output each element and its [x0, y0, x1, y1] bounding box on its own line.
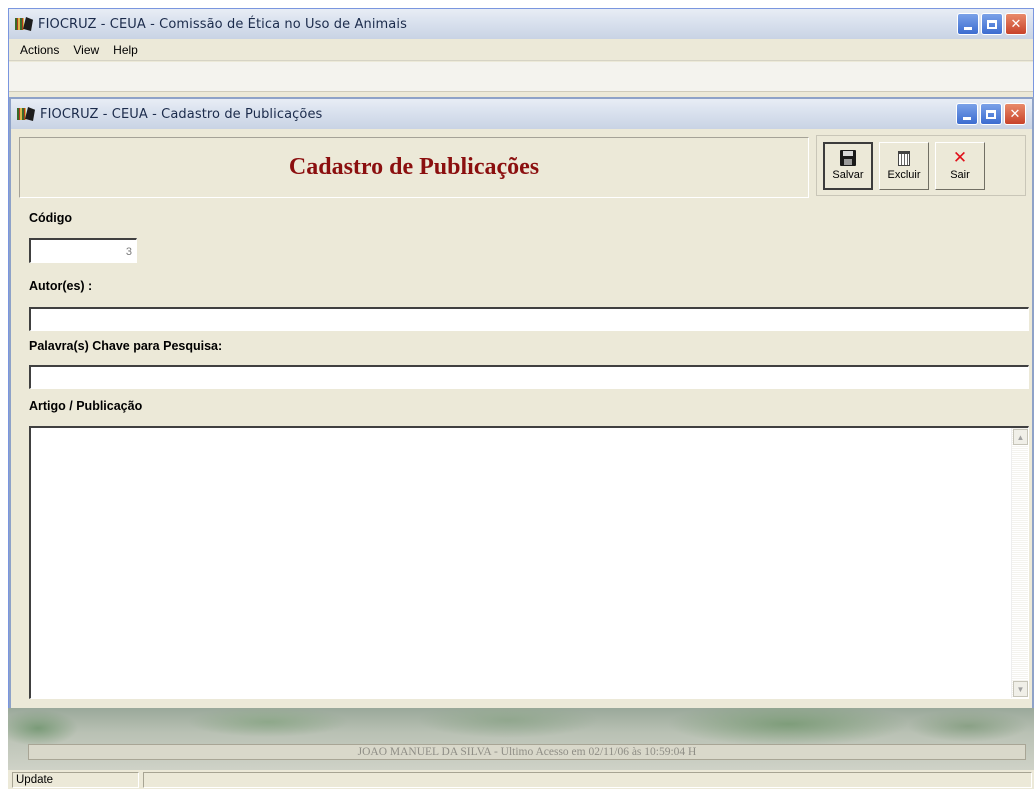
trash-icon [898, 150, 910, 166]
main-titlebar[interactable]: FIOCRUZ - CEUA - Comissão de Ética no Us… [9, 9, 1033, 39]
app-icon [15, 17, 33, 31]
action-toolbar: Salvar Excluir ✕ Sair [816, 135, 1026, 196]
status-panel-mode: Update [12, 772, 139, 788]
scroll-down-icon[interactable]: ▼ [1013, 681, 1028, 697]
maximize-icon [987, 19, 997, 29]
scroll-up-icon[interactable]: ▲ [1013, 429, 1028, 445]
close-icon: ✕ [1010, 16, 1022, 32]
code-label: Código [29, 211, 73, 225]
menu-view[interactable]: View [66, 43, 106, 57]
child-close-button[interactable]: ✕ [1004, 103, 1026, 125]
keywords-field[interactable] [29, 365, 1029, 389]
red-x-icon: ✕ [952, 148, 968, 168]
status-bar: Update [8, 770, 1034, 789]
status-panel-message [143, 772, 1032, 788]
minimize-button[interactable] [957, 13, 979, 35]
main-window-controls: ✕ [957, 13, 1027, 35]
menu-bar: Actions View Help [9, 39, 1033, 61]
child-window: FIOCRUZ - CEUA - Cadastro de Publicações… [9, 97, 1034, 717]
delete-button-label: Excluir [887, 168, 921, 181]
article-scrollbar[interactable]: ▲ ▼ [1011, 428, 1028, 698]
maximize-icon [986, 109, 996, 119]
exit-button-label: Sair [950, 169, 970, 181]
authors-label: Autor(es) : [29, 279, 93, 293]
form-body: Cadastro de Publicações Salvar Excluir ✕… [11, 129, 1032, 715]
delete-button[interactable]: Excluir [879, 141, 929, 190]
menu-actions[interactable]: Actions [13, 43, 66, 57]
menu-help[interactable]: Help [106, 43, 145, 57]
app-icon [17, 107, 35, 121]
article-label: Artigo / Publicação [29, 399, 143, 413]
keywords-label: Palavra(s) Chave para Pesquisa: [29, 339, 223, 353]
minimize-icon [964, 26, 972, 30]
code-field[interactable]: 3 [29, 238, 137, 263]
floppy-disk-icon [840, 150, 856, 166]
child-window-title: FIOCRUZ - CEUA - Cadastro de Publicações [40, 106, 323, 122]
main-window: FIOCRUZ - CEUA - Comissão de Ética no Us… [8, 8, 1034, 789]
child-maximize-button[interactable] [980, 103, 1002, 125]
user-access-info: JOAO MANUEL DA SILVA - Ultimo Acesso em … [28, 744, 1026, 760]
close-button[interactable]: ✕ [1005, 13, 1027, 35]
maximize-button[interactable] [981, 13, 1003, 35]
child-titlebar[interactable]: FIOCRUZ - CEUA - Cadastro de Publicações… [11, 99, 1032, 129]
footer-banner: JOAO MANUEL DA SILVA - Ultimo Acesso em … [8, 708, 1034, 770]
toolbar-strip [9, 62, 1033, 92]
exit-button[interactable]: ✕ Sair [935, 141, 985, 190]
save-button[interactable]: Salvar [823, 141, 873, 190]
close-icon: ✕ [1009, 106, 1021, 122]
child-window-controls: ✕ [956, 103, 1026, 125]
authors-field[interactable] [29, 307, 1029, 331]
child-minimize-button[interactable] [956, 103, 978, 125]
save-button-label: Salvar [832, 169, 864, 181]
page-title: Cadastro de Publicações [288, 154, 540, 180]
article-textarea[interactable]: ▲ ▼ [29, 426, 1029, 699]
main-window-title: FIOCRUZ - CEUA - Comissão de Ética no Us… [38, 16, 407, 32]
header-panel: Cadastro de Publicações [19, 137, 809, 198]
minimize-icon [963, 116, 971, 120]
